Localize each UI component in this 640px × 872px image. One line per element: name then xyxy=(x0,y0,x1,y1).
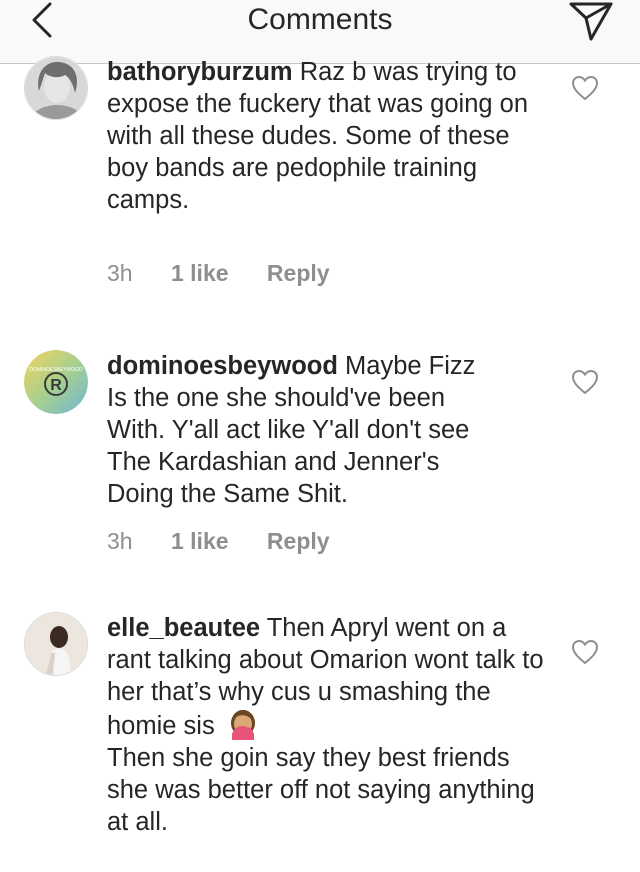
like-button[interactable] xyxy=(570,74,600,102)
reply-button[interactable]: Reply xyxy=(267,528,330,554)
avatar-photo xyxy=(25,613,88,676)
comment-likes[interactable]: 1 like xyxy=(171,260,229,286)
heart-icon xyxy=(571,639,599,665)
avatar[interactable]: DOMINOESBEYWOOD R xyxy=(24,350,88,414)
page-title: Comments xyxy=(0,0,640,40)
comment-item: elle_beautee Then Apryl went on a rant t… xyxy=(0,612,640,872)
comments-list[interactable]: bathoryburzum Raz b was trying to expose… xyxy=(0,64,640,852)
header-bar: Comments xyxy=(0,0,640,64)
avatar[interactable] xyxy=(24,612,88,676)
comment-time: 3h xyxy=(107,528,133,554)
share-button[interactable] xyxy=(568,0,614,42)
comment-username[interactable]: dominoesbeywood xyxy=(107,352,338,380)
comment-username[interactable]: elle_beautee xyxy=(107,614,260,642)
comment-meta: 3h 1 like Reply xyxy=(107,526,362,556)
avatar-logo: DOMINOESBEYWOOD R xyxy=(24,350,88,414)
paper-plane-icon xyxy=(569,1,613,41)
comment-meta: 3h 1 like Reply xyxy=(107,258,362,288)
comment-content-line: Maybe Fizz xyxy=(345,352,475,380)
heart-icon xyxy=(571,75,599,101)
comment-item: DOMINOESBEYWOOD R dominoesbeywood Maybe … xyxy=(0,350,640,570)
avatar[interactable] xyxy=(24,56,88,120)
comment-text: bathoryburzum Raz b was trying to expose… xyxy=(107,56,547,216)
comment-username[interactable]: bathoryburzum xyxy=(107,58,293,86)
comment-content-line: The Kardashian and Jenner's xyxy=(107,446,547,478)
like-button[interactable] xyxy=(570,368,600,396)
comment-text: elle_beautee Then Apryl went on a rant t… xyxy=(107,612,547,838)
heart-icon xyxy=(571,369,599,395)
comment-item: bathoryburzum Raz b was trying to expose… xyxy=(0,56,640,306)
comment-likes[interactable]: 1 like xyxy=(171,528,229,554)
woman-facepalming-emoji xyxy=(226,708,260,740)
comment-content-line: With. Y'all act like Y'all don't see xyxy=(107,414,547,446)
comment-content: Then she goin say they best friends she … xyxy=(107,744,535,836)
svg-text:R: R xyxy=(50,377,62,394)
comment-content-line: Is the one she should've been xyxy=(107,382,547,414)
comment-text: dominoesbeywood Maybe Fizz Is the one sh… xyxy=(107,350,547,510)
comment-time: 3h xyxy=(107,260,133,286)
like-button[interactable] xyxy=(570,638,600,666)
reply-button[interactable]: Reply xyxy=(267,260,330,286)
avatar-photo xyxy=(25,57,88,120)
comment-content-line: Doing the Same Shit. xyxy=(107,478,547,510)
